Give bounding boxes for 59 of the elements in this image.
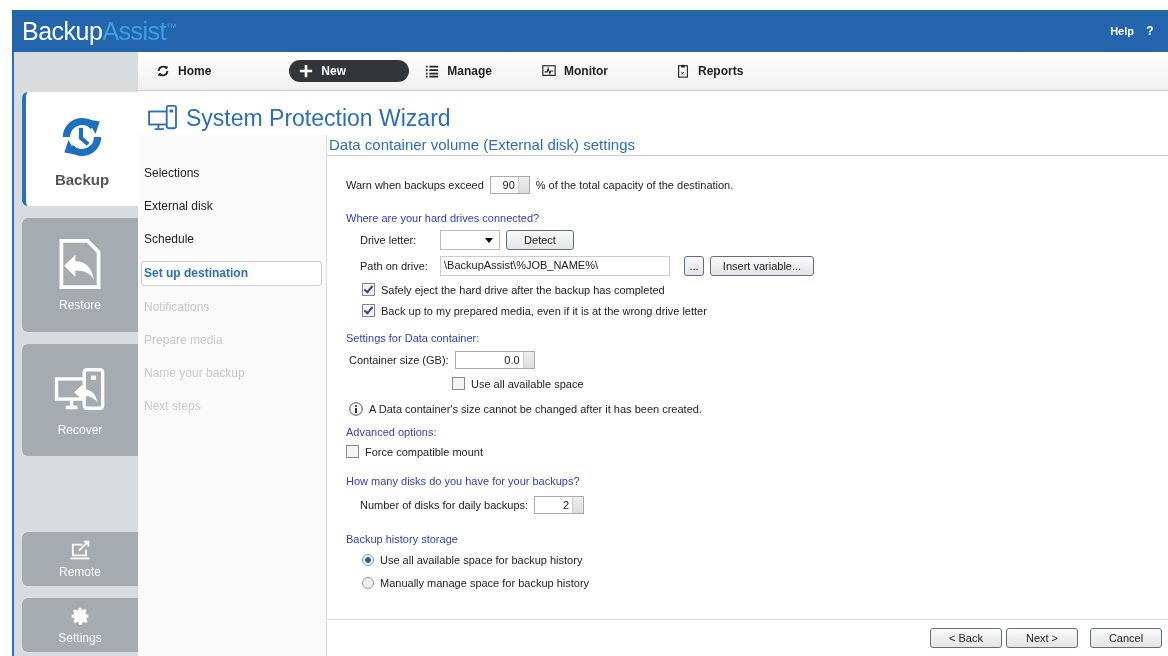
path-field[interactable]: \BackupAssist\%JOB_NAME%\ [440, 256, 670, 276]
info-note: A Data container's size cannot be changed after it has been created. [369, 402, 702, 415]
app-logo: BackupAssist$^{™}$ [22, 16, 177, 46]
plus-icon [299, 64, 314, 78]
section-title: Data container volume (External disk) settings [327, 135, 1168, 156]
checkbox-label: Use all available space [471, 377, 584, 390]
container-size-spinner[interactable]: 0.0 [454, 351, 535, 369]
wizard-title: System Protection Wizard [186, 104, 451, 132]
checkbox-label: Force compatible mount [365, 445, 483, 458]
nav-tab[interactable]: Manage [425, 64, 493, 78]
computer-icon [148, 105, 178, 131]
checkbox[interactable] [362, 283, 375, 296]
insert-variable-button[interactable]: Insert variable... [710, 256, 814, 276]
wizard-step[interactable]: Set up destination [141, 261, 322, 286]
sync-icon [156, 64, 170, 78]
footer-button[interactable]: < Back [930, 628, 1002, 648]
external-link-icon [68, 539, 92, 561]
field-label: Path on drive: [360, 260, 429, 272]
nav-tab[interactable]: New [289, 60, 410, 82]
wizard-step[interactable]: Schedule [142, 228, 322, 251]
wizard-step[interactable]: External disk [142, 195, 322, 218]
list-icon [425, 64, 440, 78]
nav-tab[interactable]: Reports [676, 64, 744, 78]
help-link[interactable]: Help [1110, 25, 1134, 37]
checkbox[interactable] [362, 304, 375, 317]
disk-count-spinner[interactable]: 2 [534, 496, 585, 514]
group-heading: Settings for Data container: [346, 331, 481, 346]
detect-button[interactable]: Detect [506, 230, 574, 250]
field-label: Container size (GB): [349, 354, 449, 366]
monitor-icon [542, 64, 557, 78]
field-label: % of the total capacity of the destination. [535, 178, 734, 191]
group-heading: How many disks do you have for your backups? [346, 474, 581, 489]
wizard-step[interactable]: Selections [142, 162, 322, 185]
group-heading: Where are your hard drives connected? [346, 211, 541, 226]
rail-tab[interactable]: Backup [22, 92, 138, 206]
field-label: Warn when backups exceed [346, 178, 484, 191]
caret-icon [485, 237, 493, 243]
field-label: Number of disks for daily backups: [360, 499, 529, 511]
group-heading: Backup history storage [346, 532, 459, 547]
footer-button[interactable]: Cancel [1090, 628, 1162, 648]
checkbox-label: Back up to my prepared media, even if it is at the wrong drive letter [381, 304, 707, 317]
info-icon [349, 401, 363, 416]
checkbox[interactable] [452, 377, 465, 390]
clipboard-icon [676, 64, 691, 78]
checkbox-label: Safely eject the hard drive after the backup has completed [381, 283, 665, 296]
nav-tab[interactable]: Monitor [542, 64, 609, 78]
footer-button[interactable]: Next > [1006, 628, 1078, 648]
radio-button[interactable] [362, 553, 374, 566]
checkbox[interactable] [346, 445, 359, 458]
percentage-spinner[interactable]: 90 [489, 175, 530, 194]
radio-button[interactable] [362, 576, 374, 589]
help-icon[interactable]: ? [1142, 24, 1158, 38]
drive-letter-dropdown[interactable] [440, 230, 500, 250]
field-label: Drive letter: [360, 234, 418, 246]
radio-label: Use all available space for backup history [380, 553, 583, 566]
browse-button[interactable]: ... [684, 256, 704, 276]
nav-tab[interactable]: Home [156, 64, 212, 78]
radio-label: Manually manage space for backup history [380, 576, 590, 589]
group-heading: Advanced options: [346, 425, 438, 440]
